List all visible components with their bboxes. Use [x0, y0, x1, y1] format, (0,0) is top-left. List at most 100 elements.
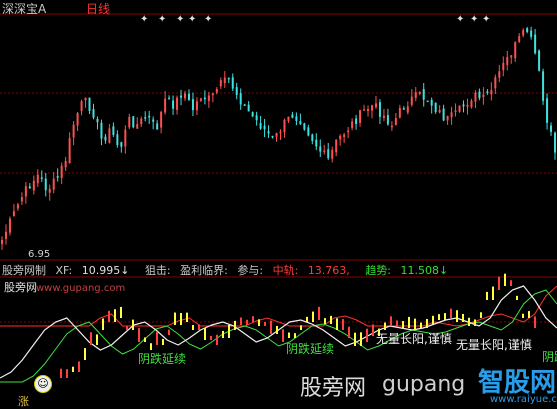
indicator-bar	[324, 318, 326, 324]
candle-body	[52, 178, 55, 190]
candle-body	[247, 104, 250, 112]
candle-body	[386, 115, 389, 125]
candle-body	[12, 211, 15, 217]
candle-body	[32, 180, 35, 191]
candle-body	[168, 97, 171, 100]
candle-body	[176, 97, 179, 110]
indicator-bar	[90, 332, 92, 345]
candle-body	[72, 124, 75, 138]
indicator-bar	[522, 313, 524, 318]
candle-body	[140, 118, 143, 125]
indicator-bar	[330, 315, 332, 324]
star-markers: ✦ ✦ ✦ ✦ ✦ ✦ ✦ ✦	[140, 14, 490, 25]
indicator-bar	[84, 348, 86, 360]
candle-body	[279, 131, 282, 134]
indicator-bar	[348, 326, 350, 338]
period-label[interactable]: 日线	[86, 0, 110, 17]
indicator-name[interactable]: 股旁网制	[2, 264, 46, 277]
indicator-bar	[264, 321, 266, 326]
trend-value: 趋势: 11.508↓	[365, 264, 449, 277]
candle-body	[4, 231, 7, 239]
candle-body	[295, 116, 298, 121]
candle-body	[414, 92, 417, 98]
signal-yin-fall: 阴跌延续	[138, 352, 187, 366]
candle-body	[100, 122, 103, 139]
xf-label: XF: 10.995↓	[55, 264, 130, 277]
candle-body	[239, 93, 242, 105]
candle-body	[478, 91, 481, 99]
indicator-bar	[246, 319, 248, 325]
candle-body	[136, 124, 139, 129]
smiley-icon: ☺	[34, 375, 52, 393]
candle-body	[482, 94, 485, 98]
candle-body	[267, 131, 270, 134]
candle-body	[148, 115, 151, 118]
candle-body	[76, 113, 79, 126]
indicator-bar	[288, 332, 290, 338]
candle-body	[434, 102, 437, 113]
indicator-bar	[450, 308, 452, 318]
indicator-bar	[282, 329, 284, 342]
indicator-bar	[510, 280, 512, 286]
candle-body	[506, 56, 509, 65]
indicator-bar	[420, 322, 422, 328]
indicator-bar	[528, 311, 530, 318]
star-marker: ✦	[456, 14, 464, 25]
bottom-label: 涨	[18, 395, 29, 408]
candle-body	[144, 117, 147, 119]
candle-body	[442, 108, 445, 121]
candle-body	[283, 119, 286, 133]
candle-body	[550, 125, 553, 132]
candle-body	[187, 93, 190, 100]
candle-body	[108, 128, 111, 143]
candle-body	[120, 142, 123, 147]
candle-body	[199, 98, 202, 101]
candle-body	[526, 28, 529, 32]
candle-body	[514, 42, 517, 59]
candle-body	[40, 177, 43, 179]
indicator-white-line	[0, 285, 557, 379]
candle-body	[343, 134, 346, 138]
star-marker: ✦	[482, 14, 490, 25]
indicator-bar	[474, 319, 476, 326]
candle-body	[0, 239, 3, 244]
candle-body	[8, 218, 11, 233]
candle-body	[64, 160, 67, 168]
candle-body	[327, 149, 330, 159]
candle-body	[207, 95, 210, 101]
candle-body	[454, 110, 457, 113]
indicator-bar	[432, 315, 434, 324]
indicator-bar	[372, 324, 374, 336]
candle-body	[291, 114, 294, 118]
candle-body	[231, 77, 234, 89]
candle-body	[36, 174, 39, 184]
candle-body	[124, 129, 127, 147]
candle-body	[80, 101, 83, 112]
signal-no-volume: 无量长阳,谨慎	[456, 338, 532, 352]
candle-body	[450, 112, 453, 118]
candle-body	[530, 30, 533, 37]
candle-body	[311, 134, 314, 141]
indicator-bar	[138, 328, 140, 342]
candle-body	[319, 146, 322, 152]
indicator-bar	[354, 332, 356, 346]
star-marker: ✦	[470, 14, 478, 25]
indicator-bar	[60, 368, 62, 378]
candle-body	[68, 138, 71, 164]
candle-body	[215, 89, 218, 93]
indicator-bar	[300, 325, 302, 330]
candle-body	[299, 121, 302, 125]
indicator-bar	[150, 343, 152, 350]
candle-body	[331, 150, 334, 159]
indicator-bar	[384, 322, 386, 330]
indicator-bar	[192, 325, 194, 330]
candle-body	[303, 123, 306, 130]
candle-body	[191, 99, 194, 111]
indicator-bar	[126, 325, 128, 330]
indicator-bar	[360, 332, 362, 346]
mid-value: 中轨: 13.763,	[272, 264, 350, 277]
candle-body	[363, 109, 366, 111]
indicator-bar	[318, 306, 320, 320]
indicator-bar	[390, 316, 392, 326]
candle-body	[164, 98, 167, 113]
